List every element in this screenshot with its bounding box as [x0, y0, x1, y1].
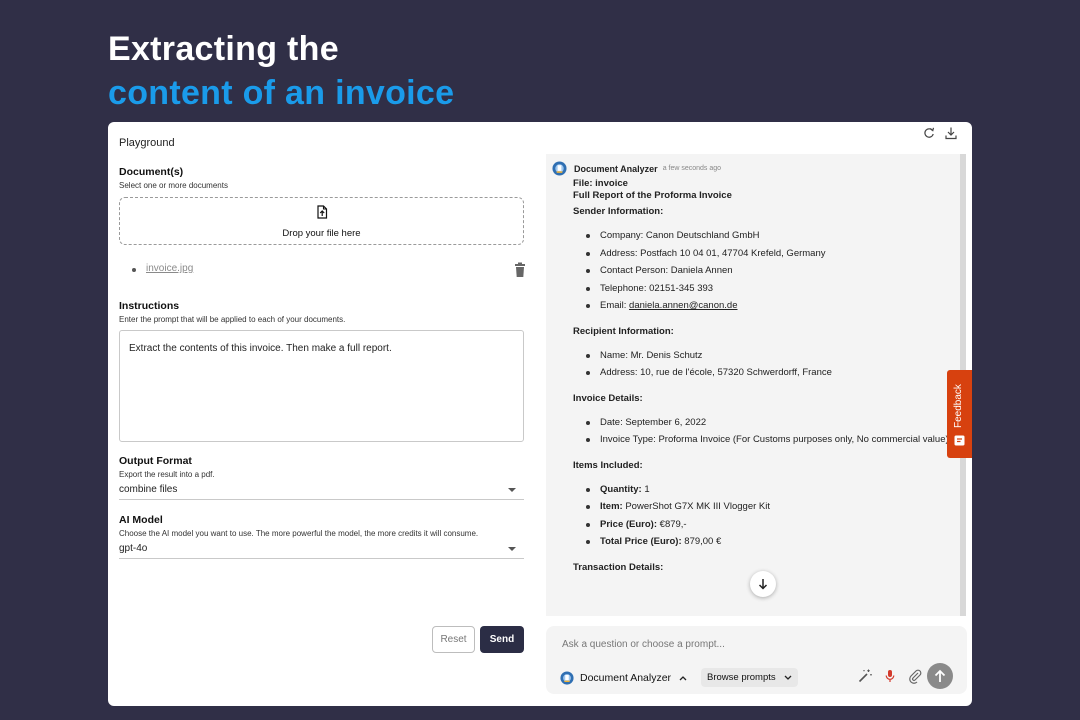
microphone-icon[interactable]	[882, 668, 898, 684]
invoice-list: Date: September 6, 2022 Invoice Type: Pr…	[573, 414, 953, 449]
documents-title: Document(s)	[119, 166, 184, 178]
ai-model-value: gpt-4o	[119, 543, 148, 554]
message-content: File: invoice Full Report of the Proform…	[573, 178, 953, 573]
playground-form: Playground Document(s) Select one or mor…	[108, 122, 538, 706]
list-item: Date: September 6, 2022	[583, 414, 953, 432]
list-item: Telephone: 02151-345 393	[583, 280, 953, 298]
feedback-label: Feedback	[953, 384, 964, 428]
output-format-select[interactable]: combine files	[119, 482, 524, 500]
browse-prompts-label: Browse prompts	[707, 672, 776, 683]
quantity-value: 1	[641, 483, 650, 495]
items-heading: Items Included:	[573, 459, 643, 471]
list-item: Quantity: 1	[583, 481, 953, 499]
send-button[interactable]: Send	[480, 626, 524, 653]
ai-model-subtitle: Choose the AI model you want to use. The…	[119, 529, 479, 538]
send-message-button[interactable]	[927, 663, 953, 689]
page-title: Playground	[119, 137, 175, 149]
file-dropzone[interactable]: Drop your file here	[119, 197, 524, 245]
item-value: PowerShot G7X MK III Vlogger Kit	[622, 501, 771, 512]
list-item: Name: Mr. Denis Schutz	[583, 347, 953, 365]
instructions-subtitle: Enter the prompt that will be applied to…	[119, 315, 346, 324]
dropzone-label: Drop your file here	[282, 228, 361, 239]
list-item: Address: Postfach 10 04 01, 47704 Krefel…	[583, 245, 953, 263]
output-format-value: combine files	[119, 484, 178, 495]
paperclip-icon[interactable]	[907, 668, 923, 684]
output-format-subtitle: Export the result into a pdf.	[119, 470, 215, 479]
item-label: Item:	[600, 501, 623, 512]
total-value: 879,00 €	[681, 536, 722, 547]
refresh-icon[interactable]	[922, 126, 936, 140]
list-item: Price (Euro): €879,-	[583, 516, 953, 534]
list-item: Contact Person: Daniela Annen	[583, 262, 953, 280]
hero-title-line1: Extracting the	[108, 30, 339, 68]
report-title: Full Report of the Proforma Invoice	[573, 190, 732, 201]
price-label: Price (Euro):	[600, 518, 658, 530]
document-analyzer-avatar	[552, 161, 567, 176]
reset-button[interactable]: Reset	[432, 626, 475, 653]
list-item: Company: Canon Deutschland GmbH	[583, 227, 953, 245]
sender-heading: Sender Information:	[573, 206, 664, 217]
email-link[interactable]: daniela.annen@canon.de	[629, 300, 737, 311]
ai-model-title: AI Model	[119, 514, 163, 526]
trash-icon[interactable]	[513, 262, 527, 278]
ai-model-select[interactable]: gpt-4o	[119, 541, 524, 559]
list-item: Address: 10, rue de l'école, 57320 Schwe…	[583, 364, 953, 382]
instructions-title: Instructions	[119, 300, 180, 312]
browse-prompts-button[interactable]: Browse prompts	[701, 668, 798, 687]
file-list-item: invoice.jpg	[132, 262, 527, 278]
total-label: Total Price (Euro):	[600, 536, 682, 547]
quantity-label: Quantity:	[600, 483, 642, 495]
magic-wand-icon[interactable]	[857, 668, 873, 684]
message-header: Document Analyzer a few seconds ago	[552, 161, 721, 176]
feedback-icon	[954, 435, 965, 446]
chevron-down-icon	[784, 675, 792, 680]
feedback-tab[interactable]: Feedback	[947, 370, 972, 458]
composer-tools	[857, 668, 923, 684]
file-line: File: invoice	[573, 178, 628, 189]
recipient-list: Name: Mr. Denis Schutz Address: 10, rue …	[573, 347, 953, 382]
bullet	[132, 268, 136, 272]
instructions-textarea[interactable]: Extract the contents of this invoice. Th…	[119, 330, 524, 442]
window-toolbar	[922, 126, 958, 140]
documents-subtitle: Select one or more documents	[119, 181, 228, 190]
items-list: Quantity: 1 Item: PowerShot G7X MK III V…	[573, 481, 953, 551]
output-format-title: Output Format	[119, 455, 192, 467]
list-item: Item: PowerShot G7X MK III Vlogger Kit	[583, 498, 953, 516]
playground-window: Playground Document(s) Select one or mor…	[108, 122, 972, 706]
recipient-heading: Recipient Information:	[573, 325, 674, 337]
email-label: Email:	[600, 300, 630, 311]
arrow-down-icon	[758, 579, 768, 590]
chevron-up-icon	[679, 676, 687, 681]
invoice-heading: Invoice Details:	[573, 392, 643, 404]
chat-composer: Ask a question or choose a prompt... Doc…	[546, 626, 967, 694]
price-value: €879,-	[657, 518, 687, 530]
list-item: Total Price (Euro): 879,00 €	[583, 533, 953, 551]
arrow-up-icon	[934, 669, 946, 682]
message-timestamp: a few seconds ago	[662, 165, 722, 172]
list-item: Invoice Type: Proforma Invoice (For Cust…	[583, 431, 953, 449]
file-link[interactable]: invoice.jpg	[146, 263, 193, 274]
chat-panel[interactable]: Document Analyzer a few seconds ago File…	[546, 154, 966, 616]
chat-input[interactable]: Ask a question or choose a prompt...	[562, 639, 725, 650]
agent-selector[interactable]: Document Analyzer	[560, 668, 687, 688]
file-upload-icon	[317, 205, 328, 219]
agent-name: Document Analyzer	[574, 163, 658, 174]
download-icon[interactable]	[944, 126, 958, 140]
caret-down-icon	[508, 547, 516, 551]
caret-down-icon	[508, 488, 516, 492]
hero-title-line2: content of an invoice	[108, 74, 455, 112]
agent-selector-label: Document Analyzer	[580, 672, 672, 684]
document-analyzer-avatar	[560, 671, 574, 685]
hero-heading: Extracting the content of an invoice	[108, 28, 454, 114]
scroll-down-button[interactable]	[750, 571, 776, 597]
sender-list: Company: Canon Deutschland GmbH Address:…	[573, 227, 953, 315]
list-item: Email: daniela.annen@canon.de	[583, 297, 953, 315]
